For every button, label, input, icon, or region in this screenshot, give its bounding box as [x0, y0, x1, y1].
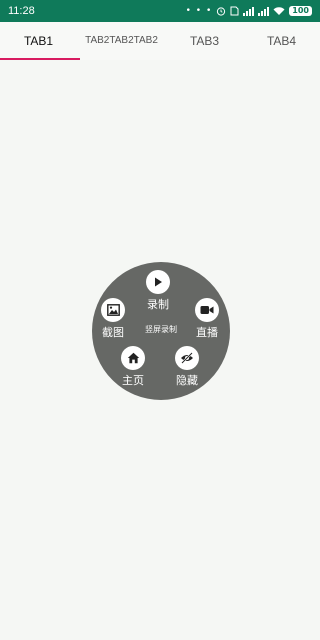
- hide-label: 隐藏: [176, 374, 198, 387]
- wifi-icon: [273, 7, 285, 15]
- play-icon: [146, 270, 170, 294]
- record-label: 录制: [147, 298, 169, 311]
- hide-button[interactable]: 隐藏: [175, 346, 199, 388]
- center-mode-label: 竖屏录制: [145, 325, 177, 334]
- tab-4-label: TAB4: [266, 34, 297, 48]
- eye-off-icon: [175, 346, 199, 370]
- notification-dots: • • •: [185, 6, 213, 16]
- floating-circle-menu[interactable]: 录制 截图 直播 竖屏录制 主页 隐藏: [92, 262, 230, 400]
- tab-3[interactable]: TAB3: [166, 22, 243, 60]
- alarm-icon: [217, 7, 226, 16]
- tab-2-label: TAB2TAB2TAB2: [85, 35, 158, 46]
- home-label: 主页: [122, 374, 144, 387]
- tab-1[interactable]: TAB1: [0, 22, 77, 60]
- tab-1-label: TAB1: [23, 34, 54, 48]
- tab-4[interactable]: TAB4: [243, 22, 320, 60]
- tab-2[interactable]: TAB2TAB2TAB2: [77, 22, 166, 60]
- status-icons: • • • 100: [186, 6, 312, 16]
- status-time: 11:28: [8, 5, 35, 17]
- home-icon: [121, 346, 145, 370]
- home-button[interactable]: 主页: [121, 346, 145, 388]
- tab-bar: TAB1 TAB2TAB2TAB2 TAB3 TAB4: [0, 22, 320, 60]
- sim-icon: [230, 6, 239, 16]
- tab-3-label: TAB3: [189, 34, 220, 48]
- status-bar: 11:28 • • • 100: [0, 0, 320, 22]
- video-camera-icon: [195, 298, 219, 322]
- battery-icon: 100: [289, 6, 312, 16]
- signal-icon: [243, 6, 255, 16]
- image-icon: [101, 298, 125, 322]
- signal-icon-2: [258, 6, 270, 16]
- record-button[interactable]: 录制: [146, 270, 170, 312]
